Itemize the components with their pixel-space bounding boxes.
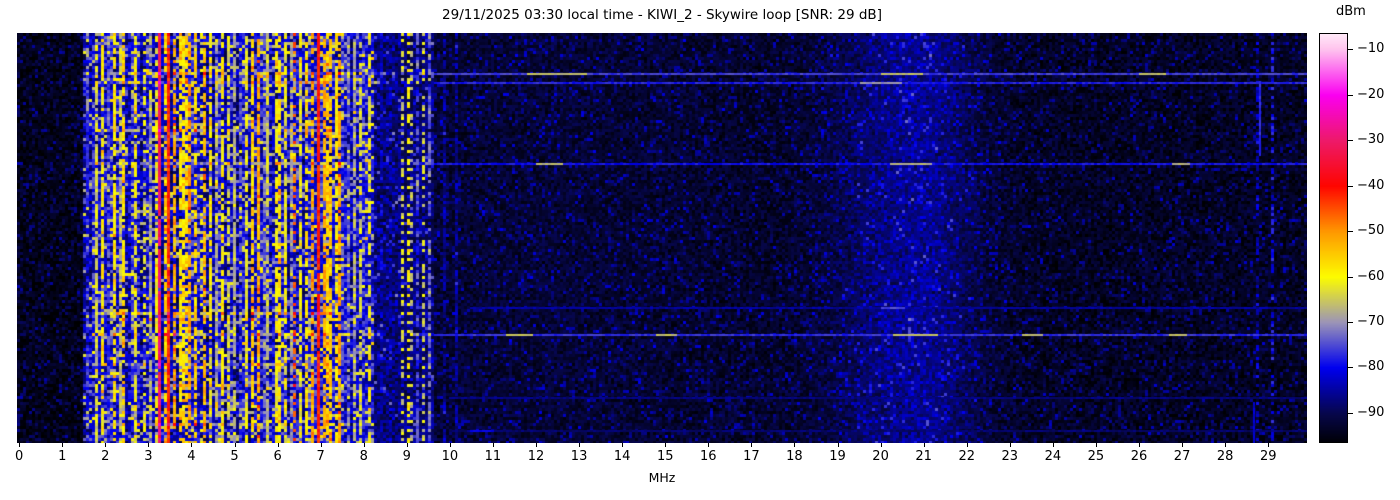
x-tick-mark: [406, 443, 408, 447]
x-tick-mark: [492, 443, 494, 447]
colorbar-tick-mark: [1348, 276, 1353, 278]
x-tick-mark: [105, 443, 107, 447]
colorbar-tick-label: −90: [1357, 404, 1385, 420]
x-tick-label: 21: [915, 449, 932, 464]
colorbar-tick-label: −40: [1357, 177, 1385, 193]
plot-title: 29/11/2025 03:30 local time - KIWI_2 - S…: [442, 7, 882, 23]
x-tick-label: 3: [144, 449, 153, 464]
colorbar-tick-mark: [1348, 185, 1353, 187]
x-tick-mark: [923, 443, 925, 447]
colorbar-tick-mark: [1348, 94, 1353, 96]
colorbar-tick-label: −70: [1357, 314, 1385, 330]
x-tick-mark: [1139, 443, 1141, 447]
x-tick-mark: [191, 443, 193, 447]
x-tick-label: 27: [1173, 449, 1191, 464]
x-tick-mark: [148, 443, 150, 447]
x-tick-label: 11: [484, 449, 502, 464]
colorbar-tick-label: −20: [1357, 86, 1385, 102]
x-tick-label: 9: [402, 449, 411, 464]
x-tick-mark: [579, 443, 581, 447]
x-tick-mark: [62, 443, 64, 447]
x-tick-label: 8: [359, 449, 368, 464]
colorbar-tick-label: −80: [1357, 359, 1385, 375]
x-tick-label: 2: [101, 449, 110, 464]
x-tick-mark: [708, 443, 710, 447]
spectrogram-figure: 29/11/2025 03:30 local time - KIWI_2 - S…: [0, 0, 1400, 500]
x-tick-label: 24: [1044, 449, 1062, 464]
colorbar-tick-mark: [1348, 412, 1353, 414]
x-tick-label: 18: [786, 449, 803, 464]
x-tick-mark: [751, 443, 753, 447]
x-tick-label: 28: [1216, 449, 1234, 464]
x-tick-mark: [19, 443, 21, 447]
colorbar-tick-label: −30: [1357, 132, 1385, 148]
x-tick-mark: [1052, 443, 1054, 447]
x-tick-label: 14: [613, 449, 631, 464]
x-tick-label: 13: [570, 449, 588, 464]
x-tick-mark: [622, 443, 624, 447]
x-tick-mark: [1268, 443, 1270, 447]
x-tick-label: 12: [527, 449, 545, 464]
x-tick-label: 4: [187, 449, 196, 464]
x-tick-mark: [234, 443, 236, 447]
x-axis-label: MHz: [648, 470, 676, 485]
x-tick-mark: [536, 443, 537, 447]
x-tick-mark: [1009, 443, 1011, 447]
x-tick-label: 17: [743, 449, 760, 464]
x-tick-label: 7: [316, 449, 325, 464]
colorbar-tick-label: −10: [1357, 41, 1385, 57]
x-tick-mark: [1225, 443, 1227, 447]
x-tick-mark: [320, 443, 322, 447]
x-tick-mark: [1095, 443, 1097, 447]
colorbar: [1319, 33, 1348, 443]
x-tick-label: 1: [58, 449, 67, 464]
colorbar-tick-label: −60: [1357, 268, 1385, 284]
spectrogram-canvas: [17, 33, 1307, 443]
colorbar-tick-mark: [1348, 231, 1353, 233]
x-tick-mark: [794, 443, 796, 447]
x-tick-mark: [665, 443, 667, 447]
x-tick-label: 10: [441, 449, 459, 464]
x-tick-label: 23: [1001, 449, 1019, 464]
x-tick-mark: [837, 443, 839, 447]
x-tick-label: 15: [656, 449, 674, 464]
x-tick-mark: [449, 443, 451, 447]
x-tick-mark: [363, 443, 365, 447]
x-tick-label: 26: [1130, 449, 1148, 464]
x-tick-label: 5: [230, 449, 239, 464]
x-tick-label: 0: [15, 449, 24, 464]
x-tick-label: 16: [700, 449, 717, 464]
colorbar-tick-mark: [1348, 367, 1353, 369]
colorbar-tick-mark: [1348, 322, 1353, 324]
x-tick-label: 22: [958, 449, 975, 464]
x-tick-mark: [277, 443, 279, 447]
x-tick-label: 20: [872, 449, 889, 464]
x-tick-mark: [1182, 443, 1184, 447]
colorbar-label: dBm: [1336, 4, 1366, 19]
x-tick-mark: [880, 443, 882, 447]
x-tick-mark: [966, 443, 968, 447]
colorbar-tick-label: −50: [1357, 223, 1385, 239]
colorbar-tick-mark: [1348, 49, 1353, 51]
x-tick-label: 6: [273, 449, 282, 464]
x-tick-label: 25: [1087, 449, 1105, 464]
x-tick-label: 29: [1259, 449, 1277, 464]
x-tick-label: 19: [829, 449, 846, 464]
colorbar-tick-mark: [1348, 140, 1353, 142]
